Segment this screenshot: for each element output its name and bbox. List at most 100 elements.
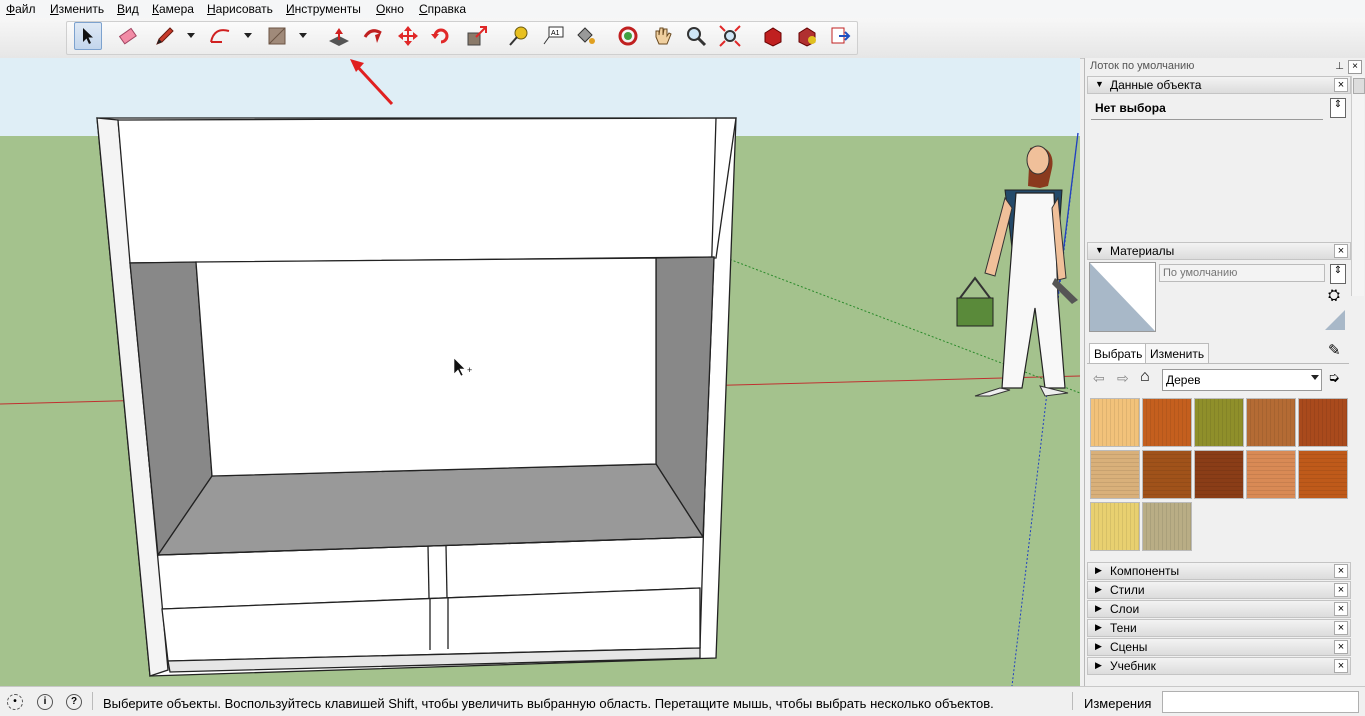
pin-icon[interactable]: ⊥ [1335, 61, 1344, 72]
material-swatch[interactable] [1090, 398, 1140, 447]
rotate-icon [431, 28, 449, 44]
materials-header[interactable]: ▼ Материалы × [1087, 242, 1351, 260]
collection-dropdown[interactable]: Дерев [1162, 369, 1322, 391]
scrollbar-thumb[interactable] [1353, 78, 1365, 94]
arc-tool-button[interactable] [207, 23, 233, 49]
default-material-icon[interactable] [1325, 310, 1345, 330]
chevron-down-icon [1311, 375, 1319, 380]
collection-selected: Дерев [1166, 373, 1201, 387]
details-toggle-icon[interactable]: ⇕ [1330, 98, 1346, 118]
rectangle-icon [268, 27, 286, 45]
close-icon[interactable]: × [1334, 244, 1348, 258]
pencil-tool-button[interactable] [152, 23, 178, 49]
close-icon[interactable]: × [1334, 564, 1348, 578]
move-tool-button[interactable] [395, 23, 421, 49]
scrollbar[interactable] [1351, 76, 1365, 296]
close-icon[interactable]: × [1334, 621, 1348, 635]
select-tool-button[interactable] [74, 22, 102, 50]
material-swatch[interactable] [1090, 450, 1140, 499]
text-tool-button[interactable]: A1 [540, 23, 566, 49]
material-swatch[interactable] [1142, 502, 1192, 551]
details-arrow-icon[interactable]: ➭ [1328, 369, 1340, 386]
layers-header[interactable]: ▶ Слои × [1087, 600, 1351, 618]
menu-tools[interactable]: Инструменты [286, 2, 361, 16]
back-arrow-icon[interactable]: ⇦ [1093, 370, 1105, 387]
model-viewport[interactable]: + [0, 58, 1080, 686]
material-swatch[interactable] [1298, 398, 1348, 447]
measurements-input[interactable] [1162, 691, 1359, 713]
expand-triangle-icon: ▶ [1095, 584, 1102, 594]
expand-triangle-icon: ▶ [1095, 641, 1102, 651]
status-hint: Выберите объекты. Воспользуйтесь клавише… [103, 696, 994, 711]
menu-window[interactable]: Окно [376, 2, 404, 16]
3d-warehouse-tool-button[interactable] [760, 23, 786, 49]
shape-dropdown-icon[interactable] [299, 33, 307, 38]
material-name-field[interactable] [1159, 264, 1325, 282]
create-material-icon[interactable]: ⛭ [1328, 287, 1340, 304]
pan-tool-button[interactable] [649, 23, 675, 49]
magnifier-icon [687, 27, 707, 47]
shape-tool-button[interactable] [264, 23, 290, 49]
close-icon[interactable]: × [1334, 583, 1348, 597]
material-swatch[interactable] [1194, 398, 1244, 447]
warehouse-icon [764, 27, 782, 47]
close-icon[interactable]: × [1348, 60, 1362, 74]
instructor-header[interactable]: ▶ Учебник × [1087, 657, 1351, 675]
material-swatch[interactable] [1246, 398, 1296, 447]
expand-triangle-icon: ▶ [1095, 660, 1102, 670]
material-swatch[interactable] [1090, 502, 1140, 551]
home-icon[interactable]: ⌂ [1140, 368, 1150, 386]
eraser-tool-button[interactable] [116, 23, 142, 49]
rotate-tool-button[interactable] [428, 23, 454, 49]
arc-dropdown-icon[interactable] [244, 33, 252, 38]
info-icon[interactable]: i [37, 694, 53, 710]
follow-me-tool-button[interactable] [360, 23, 386, 49]
scenes-header[interactable]: ▶ Сцены × [1087, 638, 1351, 656]
material-swatch[interactable] [1194, 450, 1244, 499]
zoom-extents-tool-button[interactable] [717, 23, 743, 49]
tab-select[interactable]: Выбрать [1089, 343, 1148, 364]
send-to-layout-tool-button[interactable] [827, 23, 853, 49]
material-swatch[interactable] [1142, 450, 1192, 499]
orbit-tool-button[interactable] [615, 23, 641, 49]
geolocation-icon[interactable]: • [7, 694, 23, 710]
expand-triangle-icon: ▶ [1095, 622, 1102, 632]
material-swatch[interactable] [1298, 450, 1348, 499]
extension-warehouse-tool-button[interactable] [794, 23, 820, 49]
tape-measure-tool-button[interactable] [505, 23, 531, 49]
material-preview [1089, 262, 1156, 332]
menu-view[interactable]: Вид [117, 2, 139, 16]
close-icon[interactable]: × [1334, 602, 1348, 616]
close-icon[interactable]: × [1334, 78, 1348, 92]
menu-help[interactable]: Справка [419, 2, 466, 16]
close-icon[interactable]: × [1334, 640, 1348, 654]
zoom-tool-button[interactable] [683, 23, 709, 49]
display-secondary-icon[interactable]: ⇕ [1330, 264, 1346, 284]
menu-edit[interactable]: Изменить [50, 2, 104, 16]
svg-text:+: + [467, 365, 472, 375]
tray-title: Лоток по умолчанию [1090, 60, 1195, 72]
menu-file[interactable]: Файл [6, 2, 36, 16]
components-header[interactable]: ▶ Компоненты × [1087, 562, 1351, 580]
cabinet-model[interactable] [96, 117, 737, 677]
menu-draw[interactable]: Нарисовать [207, 2, 273, 16]
instructor-toggle-icon[interactable]: ? [66, 694, 82, 710]
material-swatch[interactable] [1246, 450, 1296, 499]
eyedropper-icon[interactable]: ✎ [1328, 341, 1341, 359]
tab-edit[interactable]: Изменить [1145, 343, 1210, 364]
collapse-triangle-icon: ▼ [1095, 245, 1104, 255]
styles-header[interactable]: ▶ Стили × [1087, 581, 1351, 599]
shadows-header[interactable]: ▶ Тени × [1087, 619, 1351, 637]
tape-measure-icon [509, 26, 528, 46]
push-pull-tool-button[interactable] [326, 23, 352, 49]
material-swatch[interactable] [1142, 398, 1192, 447]
close-icon[interactable]: × [1334, 659, 1348, 673]
pencil-dropdown-icon[interactable] [187, 33, 195, 38]
menu-camera[interactable]: Камера [152, 2, 194, 16]
scale-tool-button[interactable] [464, 23, 490, 49]
entity-info-header[interactable]: ▼ Данные объекта × [1087, 76, 1351, 94]
push-pull-icon [329, 28, 349, 46]
text-label-icon: A1 [543, 26, 564, 45]
paint-bucket-tool-button[interactable] [572, 23, 598, 49]
forward-arrow-icon[interactable]: ⇨ [1117, 370, 1129, 387]
